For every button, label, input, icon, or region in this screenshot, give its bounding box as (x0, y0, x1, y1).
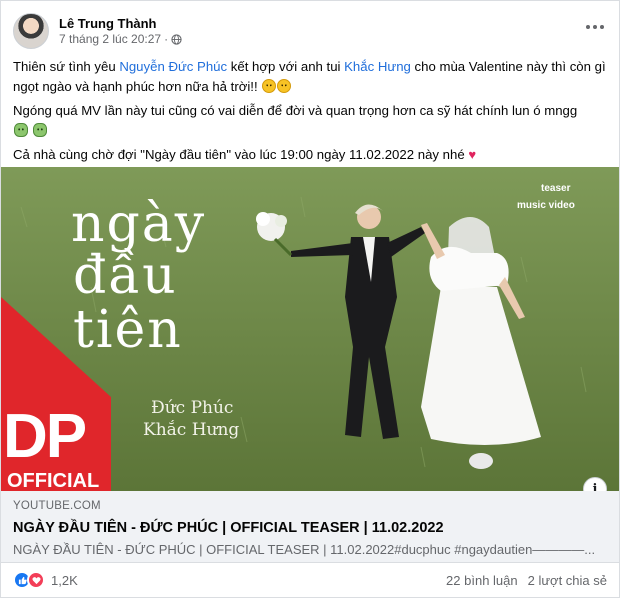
post-text: Thiên sứ tình yêu Nguyễn Đức Phúc kết hợ… (13, 57, 611, 170)
thumbnail-title-line1: ngày (71, 194, 206, 254)
thumbnail-credit-line1: Đức Phúc (151, 398, 233, 418)
text-segment: Cả nhà cùng chờ đợi "Ngày đầu tiên" vào … (13, 147, 465, 162)
heart-emoji-icon: ♥ (468, 147, 477, 162)
post-paragraph-3: Cả nhà cùng chờ đợi "Ngày đầu tiên" vào … (13, 145, 611, 165)
post-paragraph-1: Thiên sứ tình yêu Nguyễn Đức Phúc kết hợ… (13, 57, 611, 96)
text-segment: Ngóng quá MV lần này tui cũng có vai diễ… (13, 103, 578, 118)
globe-icon[interactable] (171, 33, 182, 45)
share-count[interactable]: 2 lượt chia sẻ (528, 573, 607, 588)
thumbnail-badge-line2: music video (517, 200, 575, 211)
more-dot-icon (593, 25, 597, 29)
author-name[interactable]: Lê Trung Thành (59, 16, 182, 32)
link-preview[interactable]: YOUTUBE.COM NGÀY ĐẦU TIÊN - ĐỨC PHÚC | O… (1, 491, 619, 563)
mention-link[interactable]: Nguyễn Đức Phúc (119, 59, 227, 74)
post-header: Lê Trung Thành 7 tháng 2 lúc 20:27 · (13, 11, 182, 51)
link-domain: YOUTUBE.COM (13, 500, 101, 512)
post-stats: 22 bình luận 2 lượt chia sẻ (446, 573, 607, 588)
text-segment: Thiên sứ tình yêu (13, 59, 120, 74)
more-dot-icon (600, 25, 604, 29)
thumbnail-title-line3: tiên (73, 300, 183, 360)
thumbnail-credit-line2: Khắc Hưng (143, 420, 239, 440)
post-paragraph-2: Ngóng quá MV lần này tui cũng có vai diễ… (13, 101, 611, 140)
thumbnail-badge-line1: teaser (541, 183, 571, 194)
thumbnail-art: teaser music video ngày đầu tiên Đức Phú… (1, 167, 619, 491)
post-meta: 7 tháng 2 lúc 20:27 · (59, 32, 182, 47)
dp-logo-text: DP (3, 402, 86, 471)
crying-emoji-icon (262, 78, 277, 93)
thumbnail-title-line2: đầu (73, 246, 178, 306)
more-dot-icon (586, 25, 590, 29)
post-card: Lê Trung Thành 7 tháng 2 lúc 20:27 · Thi… (0, 0, 620, 598)
more-options-button[interactable] (583, 17, 607, 37)
link-description: NGÀY ĐẦU TIÊN - ĐỨC PHÚC | OFFICIAL TEAS… (13, 542, 596, 557)
video-thumbnail[interactable]: teaser music video ngày đầu tiên Đức Phú… (1, 167, 619, 491)
crying-emoji-icon (277, 78, 292, 93)
mention-link[interactable]: Khắc Hưng (344, 59, 411, 74)
reaction-count[interactable]: 1,2K (51, 573, 78, 588)
zombie-emoji-icon (32, 122, 47, 137)
text-segment: kết hợp với anh tui (227, 59, 345, 74)
post-timestamp[interactable]: 7 tháng 2 lúc 20:27 (59, 32, 161, 47)
zombie-emoji-icon (14, 122, 28, 137)
comment-count[interactable]: 22 bình luận (446, 573, 518, 588)
post-footer: 1,2K 22 bình luận 2 lượt chia sẻ (13, 567, 607, 593)
link-title[interactable]: NGÀY ĐẦU TIÊN - ĐỨC PHÚC | OFFICIAL TEAS… (13, 519, 609, 537)
meta-separator: · (164, 31, 169, 46)
dp-logo-sub: OFFICIAL (7, 470, 99, 491)
love-reaction-icon (27, 571, 45, 589)
reaction-summary[interactable]: 1,2K (13, 571, 78, 589)
author-avatar[interactable] (13, 13, 49, 49)
